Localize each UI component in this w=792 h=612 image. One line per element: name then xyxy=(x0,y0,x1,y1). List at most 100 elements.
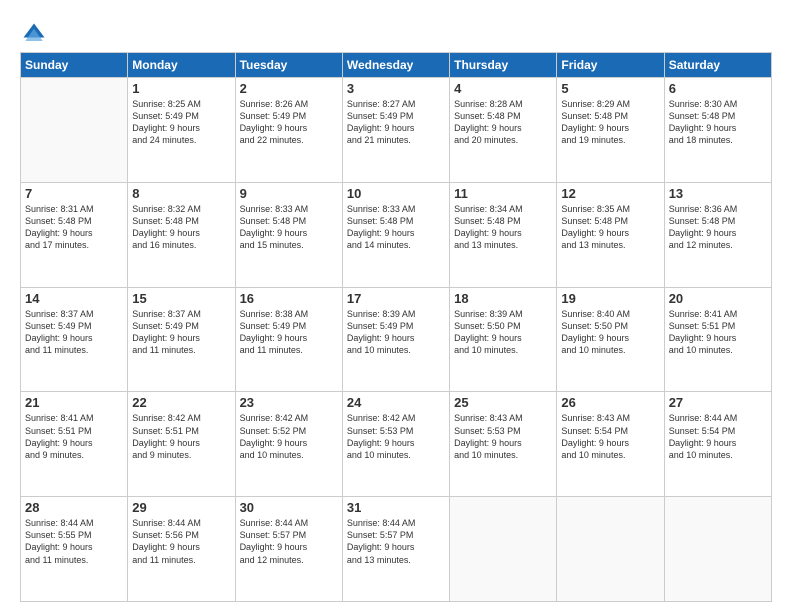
calendar-cell: 28Sunrise: 8:44 AM Sunset: 5:55 PM Dayli… xyxy=(21,497,128,602)
calendar-cell: 15Sunrise: 8:37 AM Sunset: 5:49 PM Dayli… xyxy=(128,287,235,392)
day-number: 27 xyxy=(669,395,767,410)
calendar-cell: 23 Sunrise: 8:42 AM Sunset: 5:52 PM Dayli… xyxy=(235,392,342,497)
calendar-cell: 4 Sunrise: 8:28 AM Sunset: 5:48 PM Daylig… xyxy=(450,78,557,183)
calendar-cell: 2 Sunrise: 8:26 AM Sunset: 5:49 PM Daylig… xyxy=(235,78,342,183)
day-info: Sunrise: 8:40 AM Sunset: 5:50 PM Dayligh… xyxy=(561,308,659,357)
day-number: 2 xyxy=(240,81,338,96)
calendar-day-header: Friday xyxy=(557,53,664,78)
calendar-cell: 29 Sunrise: 8:44 AM Sunset: 5:56 PM Dayli… xyxy=(128,497,235,602)
day-number: 31 xyxy=(347,500,445,515)
day-number: 12 xyxy=(561,186,659,201)
calendar-cell: 7 Sunrise: 8:31 AM Sunset: 5:48 PM Daylig… xyxy=(21,182,128,287)
day-number: 18 xyxy=(454,291,552,306)
calendar-cell: 16Sunrise: 8:38 AM Sunset: 5:49 PM Dayli… xyxy=(235,287,342,392)
day-number: 7 xyxy=(25,186,123,201)
calendar-cell: 9Sunrise: 8:33 AM Sunset: 5:48 PM Daylig… xyxy=(235,182,342,287)
day-info: Sunrise: 8:37 AM Sunset: 5:49 PM Dayligh… xyxy=(132,308,230,357)
calendar-day-header: Sunday xyxy=(21,53,128,78)
day-number: 26 xyxy=(561,395,659,410)
calendar-week-row: 7 Sunrise: 8:31 AM Sunset: 5:48 PM Daylig… xyxy=(21,182,772,287)
day-info: Sunrise: 8:43 AM Sunset: 5:54 PM Dayligh… xyxy=(561,412,659,461)
day-number: 30 xyxy=(240,500,338,515)
calendar-week-row: 28Sunrise: 8:44 AM Sunset: 5:55 PM Dayli… xyxy=(21,497,772,602)
calendar-cell: 5 Sunrise: 8:29 AM Sunset: 5:48 PM Daylig… xyxy=(557,78,664,183)
calendar-cell: 21 Sunrise: 8:41 AM Sunset: 5:51 PM Dayli… xyxy=(21,392,128,497)
day-number: 17 xyxy=(347,291,445,306)
calendar-cell: 20 Sunrise: 8:41 AM Sunset: 5:51 PM Dayli… xyxy=(664,287,771,392)
day-info: Sunrise: 8:29 AM Sunset: 5:48 PM Dayligh… xyxy=(561,98,659,147)
page: SundayMondayTuesdayWednesdayThursdayFrid… xyxy=(0,0,792,612)
day-info: Sunrise: 8:44 AM Sunset: 5:55 PM Dayligh… xyxy=(25,517,123,566)
day-info: Sunrise: 8:42 AM Sunset: 5:51 PM Dayligh… xyxy=(132,412,230,461)
day-number: 20 xyxy=(669,291,767,306)
logo xyxy=(20,20,50,48)
day-info: Sunrise: 8:26 AM Sunset: 5:49 PM Dayligh… xyxy=(240,98,338,147)
calendar-cell: 24 Sunrise: 8:42 AM Sunset: 5:53 PM Dayli… xyxy=(342,392,449,497)
day-info: Sunrise: 8:44 AM Sunset: 5:57 PM Dayligh… xyxy=(240,517,338,566)
day-number: 21 xyxy=(25,395,123,410)
day-number: 5 xyxy=(561,81,659,96)
calendar-day-header: Thursday xyxy=(450,53,557,78)
calendar-cell: 11Sunrise: 8:34 AM Sunset: 5:48 PM Dayli… xyxy=(450,182,557,287)
calendar-week-row: 21 Sunrise: 8:41 AM Sunset: 5:51 PM Dayli… xyxy=(21,392,772,497)
calendar-cell: 13 Sunrise: 8:36 AM Sunset: 5:48 PM Dayli… xyxy=(664,182,771,287)
day-info: Sunrise: 8:44 AM Sunset: 5:56 PM Dayligh… xyxy=(132,517,230,566)
calendar-cell: 22Sunrise: 8:42 AM Sunset: 5:51 PM Dayli… xyxy=(128,392,235,497)
calendar-header-row: SundayMondayTuesdayWednesdayThursdayFrid… xyxy=(21,53,772,78)
day-number: 13 xyxy=(669,186,767,201)
calendar-cell: 8 Sunrise: 8:32 AM Sunset: 5:48 PM Daylig… xyxy=(128,182,235,287)
calendar-cell xyxy=(21,78,128,183)
calendar-cell: 6 Sunrise: 8:30 AM Sunset: 5:48 PM Daylig… xyxy=(664,78,771,183)
calendar-cell: 3 Sunrise: 8:27 AM Sunset: 5:49 PM Daylig… xyxy=(342,78,449,183)
day-info: Sunrise: 8:31 AM Sunset: 5:48 PM Dayligh… xyxy=(25,203,123,252)
day-number: 6 xyxy=(669,81,767,96)
calendar-cell xyxy=(557,497,664,602)
calendar-cell: 27 Sunrise: 8:44 AM Sunset: 5:54 PM Dayli… xyxy=(664,392,771,497)
calendar-day-header: Saturday xyxy=(664,53,771,78)
calendar-cell: 14Sunrise: 8:37 AM Sunset: 5:49 PM Dayli… xyxy=(21,287,128,392)
calendar-cell: 12Sunrise: 8:35 AM Sunset: 5:48 PM Dayli… xyxy=(557,182,664,287)
calendar-cell: 10Sunrise: 8:33 AM Sunset: 5:48 PM Dayli… xyxy=(342,182,449,287)
day-info: Sunrise: 8:36 AM Sunset: 5:48 PM Dayligh… xyxy=(669,203,767,252)
day-number: 25 xyxy=(454,395,552,410)
day-number: 8 xyxy=(132,186,230,201)
calendar-cell: 17 Sunrise: 8:39 AM Sunset: 5:49 PM Dayli… xyxy=(342,287,449,392)
day-info: Sunrise: 8:28 AM Sunset: 5:48 PM Dayligh… xyxy=(454,98,552,147)
header xyxy=(20,16,772,48)
calendar-cell: 30 Sunrise: 8:44 AM Sunset: 5:57 PM Dayli… xyxy=(235,497,342,602)
day-number: 4 xyxy=(454,81,552,96)
calendar-week-row: 14Sunrise: 8:37 AM Sunset: 5:49 PM Dayli… xyxy=(21,287,772,392)
day-info: Sunrise: 8:33 AM Sunset: 5:48 PM Dayligh… xyxy=(240,203,338,252)
day-info: Sunrise: 8:42 AM Sunset: 5:53 PM Dayligh… xyxy=(347,412,445,461)
day-number: 29 xyxy=(132,500,230,515)
day-info: Sunrise: 8:39 AM Sunset: 5:49 PM Dayligh… xyxy=(347,308,445,357)
day-info: Sunrise: 8:44 AM Sunset: 5:54 PM Dayligh… xyxy=(669,412,767,461)
calendar-week-row: 1 Sunrise: 8:25 AM Sunset: 5:49 PM Daylig… xyxy=(21,78,772,183)
calendar-table: SundayMondayTuesdayWednesdayThursdayFrid… xyxy=(20,52,772,602)
calendar-cell: 18Sunrise: 8:39 AM Sunset: 5:50 PM Dayli… xyxy=(450,287,557,392)
day-info: Sunrise: 8:32 AM Sunset: 5:48 PM Dayligh… xyxy=(132,203,230,252)
day-info: Sunrise: 8:41 AM Sunset: 5:51 PM Dayligh… xyxy=(669,308,767,357)
calendar-cell: 31 Sunrise: 8:44 AM Sunset: 5:57 PM Dayli… xyxy=(342,497,449,602)
calendar-cell: 1 Sunrise: 8:25 AM Sunset: 5:49 PM Daylig… xyxy=(128,78,235,183)
day-number: 11 xyxy=(454,186,552,201)
calendar-cell xyxy=(664,497,771,602)
day-info: Sunrise: 8:43 AM Sunset: 5:53 PM Dayligh… xyxy=(454,412,552,461)
calendar-cell: 19 Sunrise: 8:40 AM Sunset: 5:50 PM Dayli… xyxy=(557,287,664,392)
day-number: 23 xyxy=(240,395,338,410)
day-number: 3 xyxy=(347,81,445,96)
day-number: 1 xyxy=(132,81,230,96)
day-info: Sunrise: 8:42 AM Sunset: 5:52 PM Dayligh… xyxy=(240,412,338,461)
calendar-day-header: Wednesday xyxy=(342,53,449,78)
calendar-day-header: Tuesday xyxy=(235,53,342,78)
day-info: Sunrise: 8:44 AM Sunset: 5:57 PM Dayligh… xyxy=(347,517,445,566)
day-number: 19 xyxy=(561,291,659,306)
logo-icon xyxy=(20,20,48,48)
day-info: Sunrise: 8:38 AM Sunset: 5:49 PM Dayligh… xyxy=(240,308,338,357)
day-info: Sunrise: 8:27 AM Sunset: 5:49 PM Dayligh… xyxy=(347,98,445,147)
day-number: 24 xyxy=(347,395,445,410)
day-info: Sunrise: 8:25 AM Sunset: 5:49 PM Dayligh… xyxy=(132,98,230,147)
day-info: Sunrise: 8:30 AM Sunset: 5:48 PM Dayligh… xyxy=(669,98,767,147)
day-info: Sunrise: 8:41 AM Sunset: 5:51 PM Dayligh… xyxy=(25,412,123,461)
day-number: 10 xyxy=(347,186,445,201)
